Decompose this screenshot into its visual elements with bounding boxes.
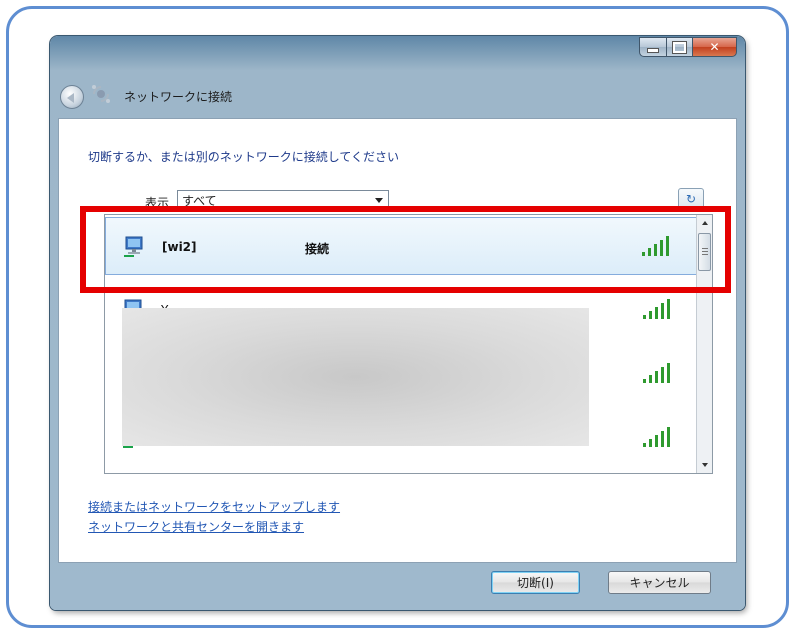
- close-button[interactable]: ✕: [693, 37, 737, 57]
- window-title: ネットワークに接続: [124, 90, 233, 104]
- chevron-down-icon: [375, 198, 383, 203]
- minimize-icon: [640, 38, 666, 56]
- cancel-button[interactable]: キャンセル: [608, 571, 711, 594]
- close-icon: ✕: [709, 40, 720, 54]
- refresh-icon: ↻: [685, 192, 697, 206]
- setup-connection-link[interactable]: 接続またはネットワークをセットアップします: [88, 498, 340, 515]
- maximize-button[interactable]: [667, 37, 693, 57]
- maximize-icon: [667, 38, 692, 56]
- minimize-button[interactable]: [639, 37, 667, 57]
- network-center-link[interactable]: ネットワークと共有センターを開きます: [88, 518, 304, 535]
- dialog-footer: 切断(I) キャンセル: [58, 563, 737, 603]
- network-icon: [92, 85, 110, 103]
- signal-strength-icon: [643, 363, 670, 383]
- scroll-down-icon[interactable]: [697, 457, 712, 473]
- signal-strength-icon: [643, 299, 670, 319]
- highlight-annotation: [80, 206, 731, 293]
- title-bar: ✕ ネットワークに接続: [50, 36, 745, 118]
- redacted-area: [122, 308, 589, 446]
- back-button[interactable]: [60, 85, 84, 109]
- signal-strength-icon: [643, 427, 670, 447]
- instruction-text: 切断するか、または別のネットワークに接続してください: [88, 150, 400, 164]
- disconnect-button[interactable]: 切断(I): [491, 571, 580, 594]
- window-controls: ✕: [639, 37, 737, 59]
